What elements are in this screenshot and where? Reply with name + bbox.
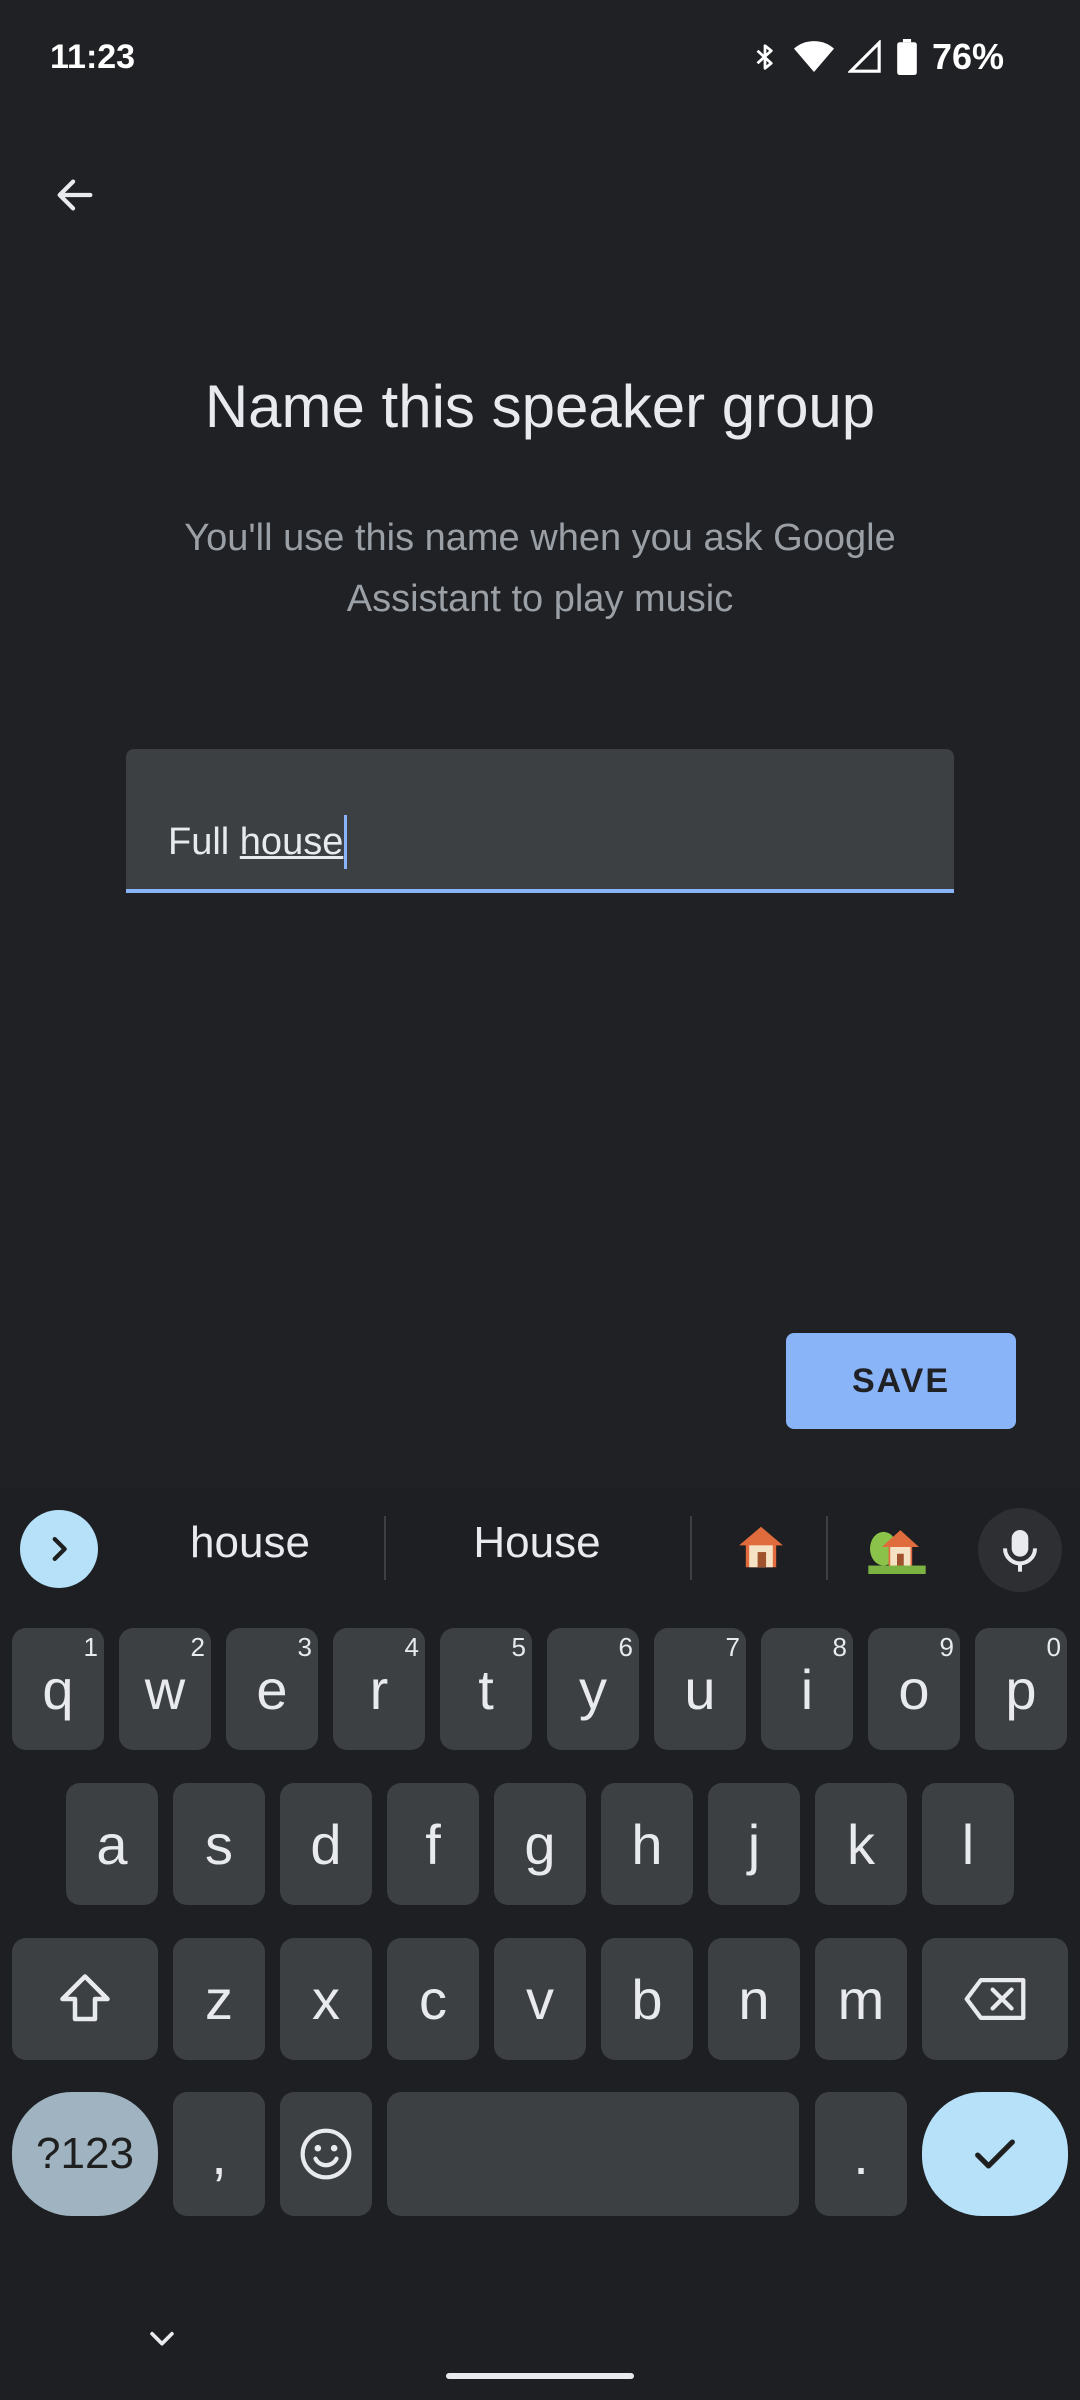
space-key[interactable] — [387, 2092, 799, 2216]
key-h[interactable]: h — [601, 1783, 693, 1905]
wifi-icon — [793, 41, 834, 72]
key-hint: 6 — [618, 1632, 633, 1662]
suggestion-2[interactable]: House — [400, 1518, 674, 1568]
backspace-icon — [964, 1978, 1026, 2020]
key-label: p — [1005, 1657, 1037, 1721]
symbols-key[interactable]: ?123 — [12, 2092, 158, 2216]
back-button[interactable] — [40, 160, 110, 230]
emoji-icon — [300, 2128, 352, 2180]
emoji-suggestion-house-garden[interactable] — [862, 1512, 932, 1582]
key-l[interactable]: l — [922, 1783, 1014, 1905]
key-j[interactable]: j — [708, 1783, 800, 1905]
status-icons: 76% — [750, 36, 1004, 78]
key-b[interactable]: b — [601, 1938, 693, 2060]
arrow-back-icon — [57, 179, 93, 211]
toolbar-expand-button[interactable] — [20, 1510, 98, 1588]
shift-icon — [60, 1974, 110, 2022]
key-label: y — [579, 1657, 607, 1721]
key-hint: 5 — [511, 1632, 526, 1662]
key-label: i — [800, 1657, 814, 1721]
key-u[interactable]: u7 — [654, 1628, 746, 1750]
enter-key[interactable] — [922, 2092, 1068, 2216]
cell-signal-icon — [847, 40, 881, 73]
key-hint: 7 — [725, 1632, 740, 1662]
key-a[interactable]: a — [66, 1783, 158, 1905]
key-g[interactable]: g — [494, 1783, 586, 1905]
key-n[interactable]: n — [708, 1938, 800, 2060]
suggestion-divider — [826, 1516, 828, 1580]
suggestion-1[interactable]: house — [130, 1518, 370, 1568]
chevron-right-icon — [52, 1536, 67, 1562]
mic-icon — [1003, 1530, 1037, 1572]
key-hint: 3 — [297, 1632, 312, 1662]
status-time: 11:23 — [50, 38, 136, 76]
key-q[interactable]: q1 — [12, 1628, 104, 1750]
key-c[interactable]: c — [387, 1938, 479, 2060]
group-name-value: Full house — [168, 815, 348, 869]
backspace-key[interactable] — [922, 1938, 1068, 2060]
emoji-key[interactable] — [280, 2092, 372, 2216]
gesture-nav-handle[interactable] — [446, 2373, 634, 2379]
key-label: w — [144, 1657, 186, 1721]
battery-icon — [897, 39, 917, 75]
period-key[interactable]: . — [815, 2092, 907, 2216]
key-i[interactable]: i8 — [761, 1628, 853, 1750]
emoji-suggestion-house[interactable] — [726, 1512, 796, 1582]
battery-percentage: 76% — [931, 36, 1004, 77]
key-e[interactable]: e3 — [226, 1628, 318, 1750]
key-x[interactable]: x — [280, 1938, 372, 2060]
hide-keyboard-button[interactable] — [140, 2316, 184, 2360]
key-hint: 4 — [404, 1632, 419, 1662]
chevron-down-icon — [150, 2331, 174, 2346]
suggestion-divider — [384, 1516, 386, 1580]
typed-text: Full — [168, 820, 240, 863]
check-icon — [975, 2139, 1015, 2169]
key-label: r — [369, 1657, 389, 1721]
key-r[interactable]: r4 — [333, 1628, 425, 1750]
shift-key[interactable] — [12, 1938, 158, 2060]
key-y[interactable]: y6 — [547, 1628, 639, 1750]
key-s[interactable]: s — [173, 1783, 265, 1905]
key-o[interactable]: o9 — [868, 1628, 960, 1750]
key-label: u — [684, 1657, 716, 1721]
key-p[interactable]: p0 — [975, 1628, 1067, 1750]
key-hint: 8 — [832, 1632, 847, 1662]
key-z[interactable]: z — [173, 1938, 265, 2060]
house-with-garden-emoji-icon — [868, 1530, 926, 1574]
key-w[interactable]: w2 — [119, 1628, 211, 1750]
page-subtitle: You'll use this name when you ask Google… — [184, 517, 896, 620]
key-hint: 0 — [1046, 1632, 1061, 1662]
save-button[interactable]: SAVE — [786, 1333, 1016, 1429]
house-emoji-icon — [739, 1526, 783, 1568]
voice-input-button[interactable] — [978, 1508, 1062, 1592]
key-hint: 2 — [190, 1632, 205, 1662]
key-d[interactable]: d — [280, 1783, 372, 1905]
page-title: Name this speaker group — [204, 373, 876, 440]
key-k[interactable]: k — [815, 1783, 907, 1905]
bluetooth-icon — [756, 44, 773, 70]
comma-key[interactable]: , — [173, 2092, 265, 2216]
key-label: e — [256, 1657, 288, 1721]
key-m[interactable]: m — [815, 1938, 907, 2060]
suggestion-divider — [690, 1516, 692, 1580]
key-f[interactable]: f — [387, 1783, 479, 1905]
key-label: o — [898, 1657, 930, 1721]
key-v[interactable]: v — [494, 1938, 586, 2060]
status-bar: 11:23 76% — [0, 0, 1080, 120]
key-label: q — [42, 1657, 74, 1721]
key-hint: 9 — [939, 1632, 954, 1662]
keyboard: house House q 1 w 2 e 3 r 4 t 5 y 6 u 7 … — [0, 1488, 1080, 2400]
group-name-field[interactable]: Full house — [126, 749, 954, 893]
text-cursor — [344, 815, 348, 869]
suggestion-bar: house House — [0, 1488, 1080, 1608]
key-t[interactable]: t5 — [440, 1628, 532, 1750]
key-hint: 1 — [83, 1632, 98, 1662]
composing-text: house — [239, 820, 344, 863]
key-label: t — [478, 1657, 494, 1721]
